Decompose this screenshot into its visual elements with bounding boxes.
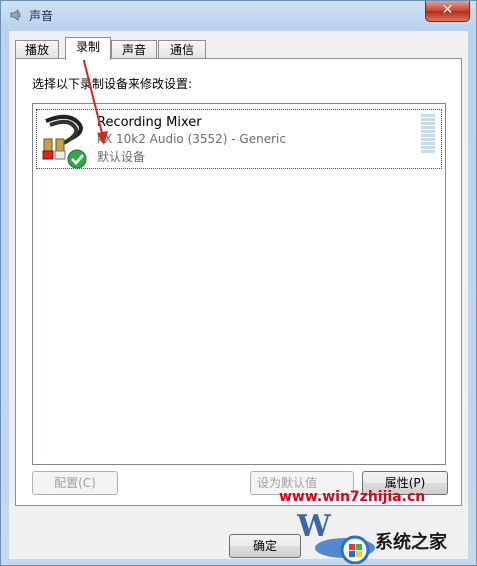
close-button[interactable]: ✕	[425, 1, 470, 22]
watermark-brand: 系统之家	[375, 532, 447, 553]
device-list[interactable]: Recording Mixer kX 10k2 Audio (3552) - G…	[32, 103, 446, 465]
sound-dialog-window: 声音 ✕ 播放 录制 声音 通信 选择以下录制设备来修改设置: Recordin…	[0, 0, 477, 566]
device-description: kX 10k2 Audio (3552) - Generic	[97, 132, 286, 146]
ok-button[interactable]: 确定	[229, 534, 301, 558]
tab-communications[interactable]: 通信	[158, 40, 206, 59]
level-meter	[421, 114, 435, 154]
title-bar[interactable]: 声音 ✕	[1, 1, 476, 29]
tab-recording[interactable]: 录制	[65, 37, 111, 60]
tab-playback[interactable]: 播放	[15, 40, 59, 59]
checkmark-icon	[67, 149, 87, 169]
watermark-url: www.win7zhijia.cn	[279, 489, 426, 505]
window-title: 声音	[29, 9, 54, 23]
speaker-icon	[10, 9, 21, 21]
svg-text:W: W	[297, 509, 332, 544]
configure-button[interactable]: 配置(C)	[32, 471, 118, 495]
